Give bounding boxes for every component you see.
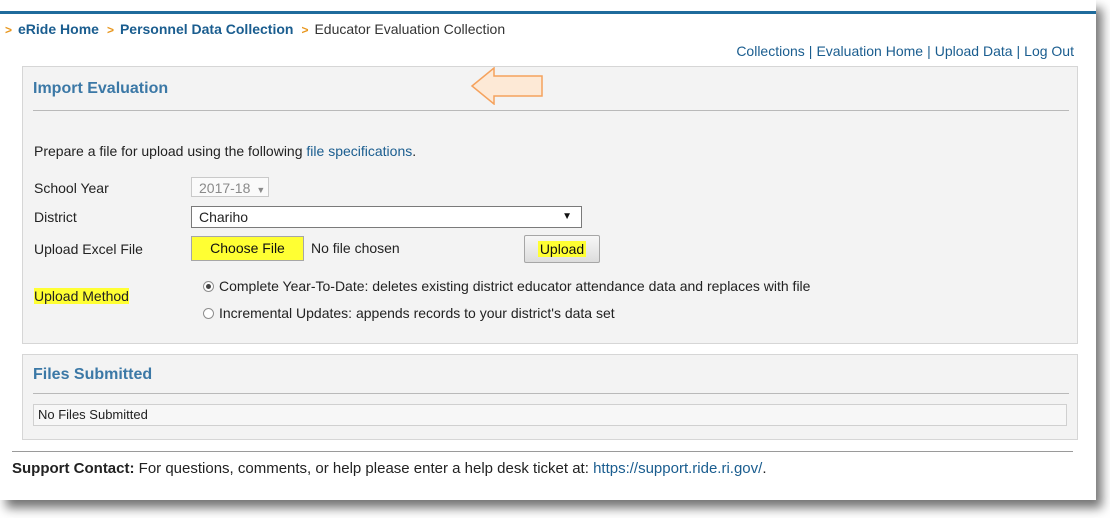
radio-button-checked[interactable] — [203, 281, 214, 292]
link-divider: | — [808, 43, 813, 59]
top-links: Collections | Evaluation Home | Upload Data |… — [736, 43, 1074, 59]
panel-divider — [33, 393, 1069, 394]
support-contact: Support Contact: For questions, comments… — [12, 460, 766, 477]
support-label: Support Contact: — [12, 460, 135, 477]
collections-link[interactable]: Collections — [736, 43, 804, 59]
screenshot-window: > eRide Home > Personnel Data Collection > Ed… — [0, 0, 1096, 500]
link-divider: | — [1016, 43, 1021, 59]
upload-button-label: Upload — [537, 241, 587, 257]
choose-file-button[interactable]: Choose File — [191, 236, 304, 261]
school-year-select[interactable]: 2017-18 ▼ — [191, 177, 269, 197]
chevron-right-icon: > — [301, 23, 309, 37]
support-text: For questions, comments, or help please … — [138, 460, 589, 477]
method-complete-ytd-label: Complete Year-To-Date: deletes existing … — [219, 278, 811, 294]
prepare-suffix: . — [412, 143, 417, 159]
top-bar — [0, 0, 1096, 14]
import-evaluation-title: Import Evaluation — [33, 80, 169, 97]
files-submitted-panel: Files Submitted No Files Submitted — [22, 354, 1078, 440]
district-label: District — [34, 209, 77, 225]
breadcrumb-link-eride-home[interactable]: eRide Home — [18, 21, 99, 37]
caret-down-icon: ▼ — [256, 185, 266, 195]
files-list-row: No Files Submitted — [33, 404, 1067, 426]
prepare-text: Prepare a file for upload using the foll… — [34, 143, 303, 159]
chevron-right-icon: > — [5, 23, 13, 37]
upload-method-label: Upload Method — [34, 288, 129, 304]
school-year-label: School Year — [34, 180, 109, 196]
panel-divider — [33, 110, 1069, 111]
method-complete-ytd-option[interactable]: Complete Year-To-Date: deletes existing … — [203, 278, 810, 294]
upload-button[interactable]: Upload — [524, 235, 600, 263]
radio-button[interactable] — [203, 308, 214, 319]
breadcrumb-link-personnel-data[interactable]: Personnel Data Collection — [120, 21, 293, 37]
method-incremental-option[interactable]: Incremental Updates: appends records to … — [203, 305, 615, 321]
file-specifications-link[interactable]: file specifications — [306, 143, 412, 159]
no-file-chosen-text: No file chosen — [311, 240, 400, 256]
upload-method-label-wrap: Upload Method — [34, 288, 129, 304]
district-select[interactable]: Chariho ▼ — [191, 206, 582, 228]
upload-excel-file-label: Upload Excel File — [34, 241, 143, 257]
upload-data-link[interactable]: Upload Data — [935, 43, 1013, 59]
breadcrumb: > eRide Home > Personnel Data Collection > Ed… — [5, 21, 505, 37]
link-divider: | — [927, 43, 931, 59]
left-arrow-icon — [470, 67, 543, 105]
breadcrumb-current: Educator Evaluation Collection — [314, 21, 506, 37]
district-value: Chariho — [199, 209, 249, 225]
import-evaluation-panel: Import Evaluation Prepare a file for upl… — [22, 66, 1078, 344]
school-year-value: 2017-18 — [199, 180, 251, 196]
support-suffix: . — [762, 460, 767, 477]
caret-down-icon: ▼ — [562, 211, 572, 222]
prepare-instructions: Prepare a file for upload using the foll… — [34, 143, 416, 159]
log-out-link[interactable]: Log Out — [1024, 43, 1074, 59]
method-incremental-label: Incremental Updates: appends records to … — [219, 305, 615, 321]
files-submitted-title: Files Submitted — [33, 366, 153, 383]
evaluation-home-link[interactable]: Evaluation Home — [816, 43, 923, 59]
footer-divider — [12, 451, 1073, 452]
chevron-right-icon: > — [106, 23, 114, 37]
support-link[interactable]: https://support.ride.ri.gov/ — [593, 460, 762, 477]
